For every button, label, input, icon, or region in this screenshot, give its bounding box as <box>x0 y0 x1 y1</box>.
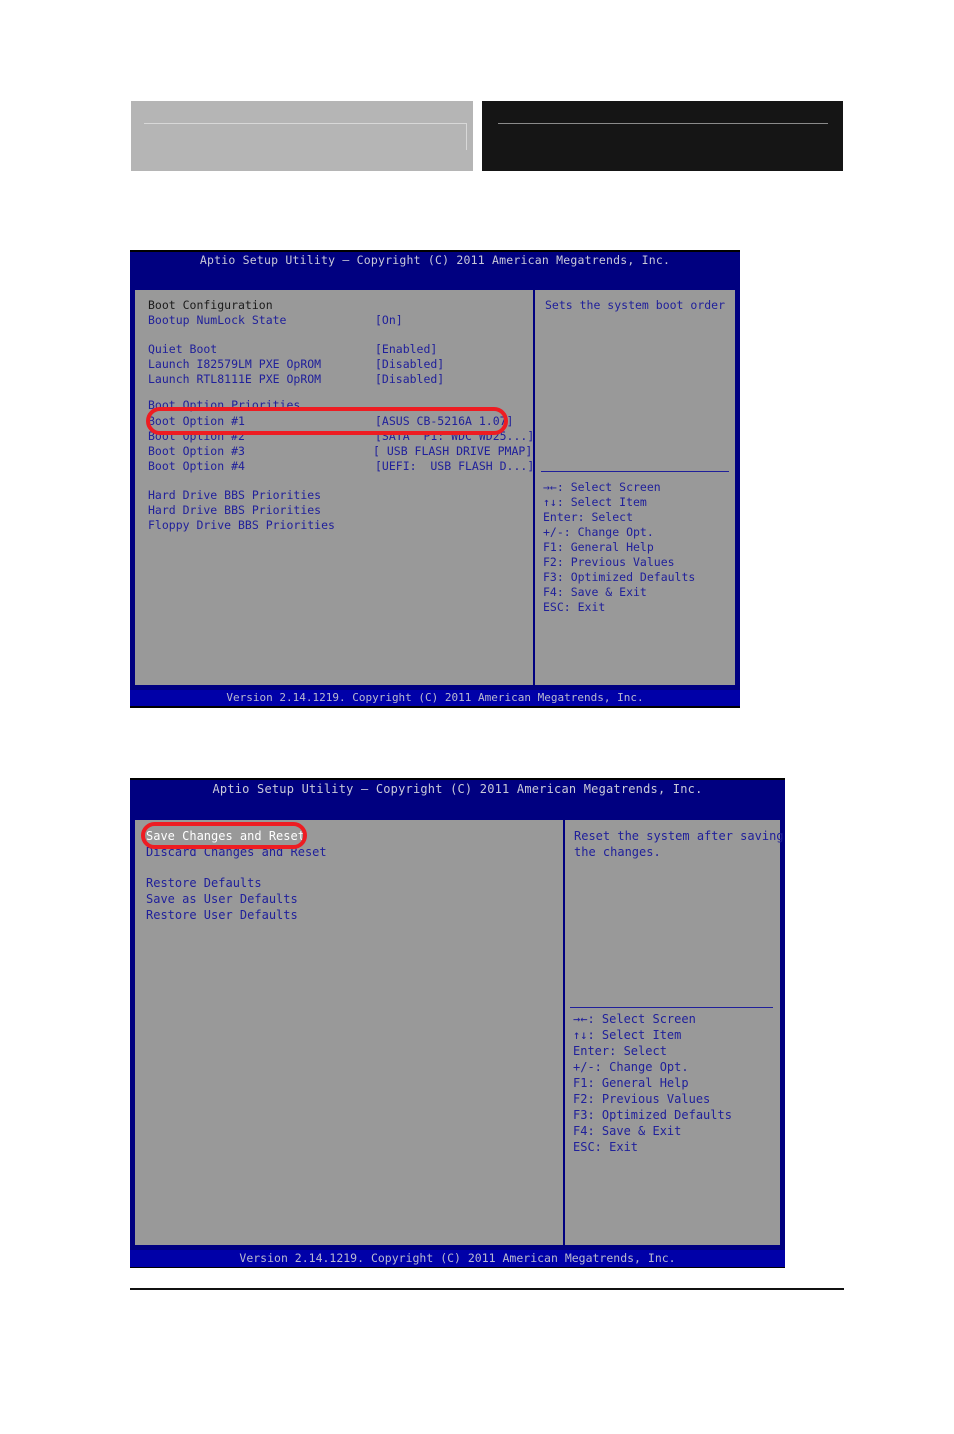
help-text-reset-line-1: Reset the system after saving <box>574 829 784 843</box>
boot-configuration-heading: Boot Configuration <box>148 298 273 312</box>
help-panel-divider-2 <box>570 1007 773 1008</box>
legend-select-screen-2: →←: Select Screen <box>573 1012 696 1026</box>
legend-esc-exit: ESC: Exit <box>543 600 606 614</box>
legend-f1-general-help-2: F1: General Help <box>573 1076 689 1090</box>
save-exit-menu-panel: Save Changes and Reset Discard Changes a… <box>134 819 564 1246</box>
legend-f2-previous-values: F2: Previous Values <box>543 555 675 569</box>
setting-value-launch-rtl8111e[interactable]: [Disabled] <box>375 372 444 386</box>
header-gray-box <box>131 101 473 171</box>
bios-tab-bar: Main Advanced Chipset Boot Security Save… <box>130 269 740 380</box>
setting-row-bootup-numlock[interactable]: Bootup NumLock State <box>148 313 286 327</box>
header-gray-rule <box>144 123 467 124</box>
help-panel-divider <box>541 471 729 472</box>
boot-settings-panel: Boot Configuration Bootup NumLock State … <box>134 289 534 686</box>
boot-help-panel: Sets the system boot order →←: Select Sc… <box>534 289 736 686</box>
menu-item-restore-user-defaults[interactable]: Restore User Defaults <box>146 908 298 922</box>
help-text-boot-order: Sets the system boot order <box>545 298 726 312</box>
bios-version-bar-2: Version 2.14.1219. Copyright (C) 2011 Am… <box>130 1250 785 1267</box>
setting-row-launch-i82579lm[interactable]: Launch I82579LM PXE OpROM <box>148 357 321 371</box>
menu-item-restore-defaults[interactable]: Restore Defaults <box>146 876 262 890</box>
menu-item-save-changes-and-reset[interactable]: Save Changes and Reset <box>146 829 305 843</box>
page-header-graphics <box>131 101 843 171</box>
legend-select-item-2: ↑↓: Select Item <box>573 1028 682 1042</box>
hard-drive-bbs-priorities-link-1[interactable]: Hard Drive BBS Priorities <box>148 488 321 502</box>
bios-boot-screen: Aptio Setup Utility – Copyright (C) 2011… <box>130 250 740 708</box>
header-black-rule <box>498 123 828 124</box>
boot-option-priorities-heading: Boot Option Priorities <box>148 398 301 412</box>
bios-save-exit-screen: Aptio Setup Utility – Copyright (C) 2011… <box>130 778 785 1268</box>
boot-option-3-label[interactable]: Boot Option #3 <box>148 444 245 458</box>
floppy-drive-bbs-priorities-link[interactable]: Floppy Drive BBS Priorities <box>148 518 335 532</box>
setting-row-quiet-boot[interactable]: Quiet Boot <box>148 342 217 356</box>
bios-version-bar: Version 2.14.1219. Copyright (C) 2011 Am… <box>130 690 740 706</box>
legend-esc-exit-2: ESC: Exit <box>573 1140 639 1154</box>
legend-f3-optimized-defaults-2: F3: Optimized Defaults <box>573 1108 732 1122</box>
legend-f4-save-and-exit: F4: Save & Exit <box>543 585 647 599</box>
menu-item-discard-changes-and-reset[interactable]: Discard Changes and Reset <box>146 845 327 859</box>
legend-f2-previous-values-2: F2: Previous Values <box>573 1092 711 1106</box>
boot-option-2-value[interactable]: [SATA P1: WDC WD25...] <box>375 429 534 443</box>
header-gray-vertical-rule <box>466 123 467 150</box>
bios-tab-bar-2: Main Advanced Chipset Boot Security Save… <box>130 798 785 917</box>
boot-option-4-label[interactable]: Boot Option #4 <box>148 459 245 473</box>
save-exit-help-panel: Reset the system after saving the change… <box>564 819 784 1246</box>
boot-option-1-label[interactable]: Boot Option #1 <box>148 414 245 428</box>
boot-option-1-value[interactable]: [ASUS CB-5216A 1.07] <box>375 414 513 428</box>
boot-option-2-label[interactable]: Boot Option #2 <box>148 429 245 443</box>
menu-item-save-as-user-defaults[interactable]: Save as User Defaults <box>146 892 298 906</box>
bios-title-bar-2: Aptio Setup Utility – Copyright (C) 2011… <box>130 780 785 798</box>
legend-change-opt-2: +/-: Change Opt. <box>573 1060 689 1074</box>
legend-f4-save-and-exit-2: F4: Save & Exit <box>573 1124 682 1138</box>
boot-option-3-value[interactable]: [ USB FLASH DRIVE PMAP] <box>373 444 532 458</box>
legend-enter-select-2: Enter: Select <box>573 1044 667 1058</box>
bios-title-bar: Aptio Setup Utility – Copyright (C) 2011… <box>130 252 740 269</box>
hard-drive-bbs-priorities-link-2[interactable]: Hard Drive BBS Priorities <box>148 503 321 517</box>
setting-row-launch-rtl8111e[interactable]: Launch RTL8111E PXE OpROM <box>148 372 321 386</box>
help-text-reset-line-2: the changes. <box>574 845 661 859</box>
setting-value-bootup-numlock[interactable]: [On] <box>375 313 403 327</box>
legend-enter-select: Enter: Select <box>543 510 634 524</box>
legend-change-opt: +/-: Change Opt. <box>543 525 654 539</box>
page-footer-rule <box>130 1288 844 1290</box>
legend-select-screen: →←: Select Screen <box>543 480 661 494</box>
setting-value-launch-i82579lm[interactable]: [Disabled] <box>375 357 444 371</box>
header-black-box <box>482 101 843 171</box>
legend-f1-general-help: F1: General Help <box>543 540 654 554</box>
setting-value-quiet-boot[interactable]: [Enabled] <box>375 342 437 356</box>
legend-f3-optimized-defaults: F3: Optimized Defaults <box>543 570 696 584</box>
boot-option-4-value[interactable]: [UEFI: USB FLASH D...] <box>375 459 534 473</box>
legend-select-item: ↑↓: Select Item <box>543 495 647 509</box>
